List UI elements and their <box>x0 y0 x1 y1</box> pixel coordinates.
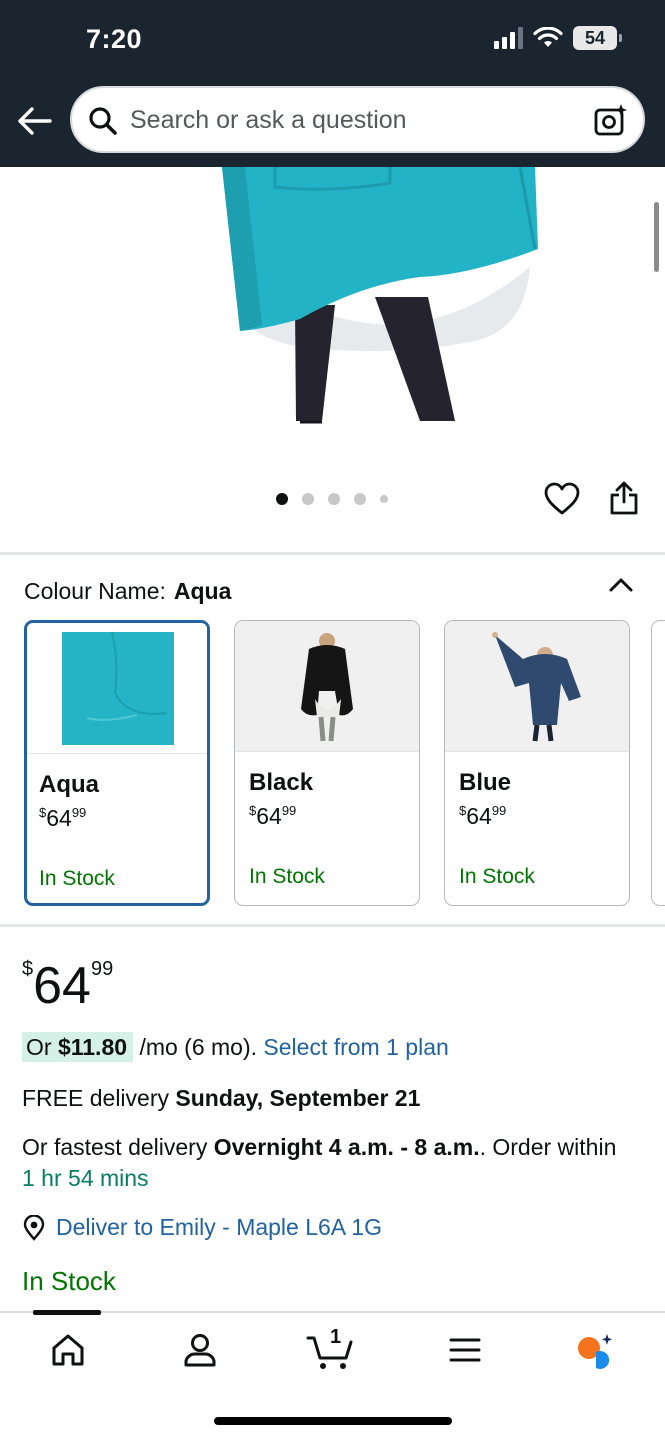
availability-status: In Stock <box>22 1266 116 1296</box>
search-bar[interactable] <box>70 86 645 153</box>
page-dot[interactable] <box>328 493 340 505</box>
colour-label: Colour Name: <box>24 578 166 604</box>
home-icon[interactable] <box>48 1330 88 1370</box>
delivery-countdown: 1 hr 54 mins <box>22 1165 149 1191</box>
swatch-price: $6499 <box>39 805 87 831</box>
home-indicator <box>214 1417 452 1425</box>
fastest-delivery: Or fastest delivery Overnight 4 a.m. - 8… <box>22 1134 617 1191</box>
back-arrow-icon[interactable] <box>16 104 54 138</box>
chevron-up-icon[interactable] <box>608 574 634 596</box>
free-delivery: FREE delivery Sunday, September 21 <box>22 1085 421 1111</box>
swatch-stock: In Stock <box>459 865 535 888</box>
product-price: $6499 <box>22 957 114 1015</box>
share-icon[interactable] <box>608 480 640 516</box>
page-dot[interactable] <box>380 495 388 503</box>
swatch-thumbnail <box>445 621 629 752</box>
battery-indicator: 54 <box>573 26 622 50</box>
menu-icon[interactable] <box>445 1330 485 1370</box>
section-divider <box>0 924 665 927</box>
colour-option-next[interactable] <box>651 620 665 906</box>
cart-count: 1 <box>330 1326 342 1348</box>
search-icon <box>89 107 117 135</box>
select-plan-link[interactable]: Select from 1 plan <box>263 1034 448 1060</box>
swatch-price: $6499 <box>249 803 297 829</box>
signal-icon <box>494 27 523 49</box>
active-tab-indicator <box>33 1310 101 1315</box>
wifi-icon <box>533 27 563 47</box>
status-time: 7:20 <box>86 24 143 54</box>
colour-heading: Colour Name: Aqua <box>24 578 231 605</box>
swatch-thumbnail <box>27 623 207 754</box>
swatch-price: $6499 <box>459 803 507 829</box>
swatch-name: Black <box>249 769 314 796</box>
search-input[interactable] <box>130 100 570 140</box>
page-dot[interactable] <box>302 493 314 505</box>
monthly-highlight: Or $11.80 <box>22 1032 134 1062</box>
monthly-payment: Or $11.80 /mo (6 mo). Select from 1 plan <box>22 1032 449 1062</box>
deliver-to-location[interactable]: Deliver to Emily - Maple L6A 1G <box>22 1214 382 1241</box>
cart-button[interactable]: 1 <box>306 1326 356 1372</box>
account-icon[interactable] <box>180 1330 220 1370</box>
status-icons: 54 <box>494 26 622 50</box>
location-pin-icon <box>23 1214 45 1241</box>
swatch-thumbnail <box>235 621 419 752</box>
rufus-icon[interactable] <box>574 1330 614 1370</box>
colour-option-aqua[interactable]: Aqua $6499 In Stock <box>24 620 210 906</box>
section-divider <box>0 552 665 555</box>
selected-colour: Aqua <box>173 578 232 604</box>
colour-option-blue[interactable]: Blue $6499 In Stock <box>444 620 630 906</box>
swatch-stock: In Stock <box>39 867 115 890</box>
swatch-name: Aqua <box>39 771 99 798</box>
swatch-stock: In Stock <box>249 865 325 888</box>
page-dot[interactable] <box>354 493 366 505</box>
page-dot[interactable] <box>276 493 288 505</box>
image-pagination[interactable] <box>276 493 388 505</box>
heart-icon[interactable] <box>544 482 580 516</box>
camera-search-icon[interactable] <box>593 102 629 138</box>
scroll-indicator <box>654 202 659 272</box>
colour-option-black[interactable]: Black $6499 In Stock <box>234 620 420 906</box>
swatch-name: Blue <box>459 769 512 796</box>
deliver-to-label: Deliver to Emily - Maple L6A 1G <box>56 1214 382 1240</box>
